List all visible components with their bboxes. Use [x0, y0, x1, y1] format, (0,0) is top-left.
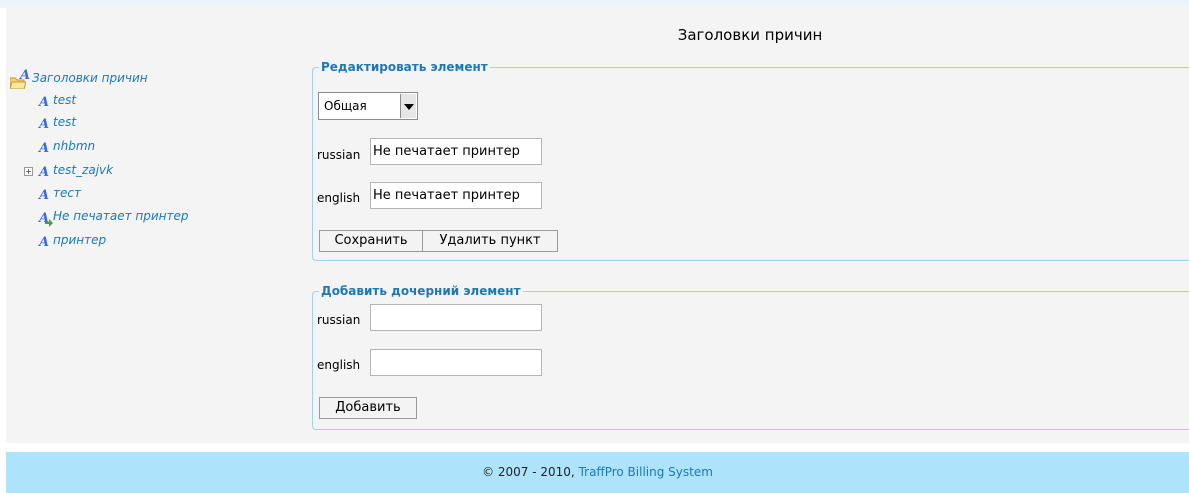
- add-legend: Добавить дочерний элемент: [319, 284, 523, 298]
- tree-item-label: Не печатает принтер: [53, 209, 189, 223]
- edit-legend: Редактировать элемент: [319, 60, 490, 74]
- add-child-fieldset: Добавить дочерний элемент russian englis…: [312, 284, 1189, 430]
- footer: © 2007 - 2010, TraffPro Billing System: [6, 452, 1189, 493]
- english-label: english: [317, 358, 361, 372]
- text-item-icon: A: [39, 117, 50, 132]
- delete-item-button[interactable]: Удалить пункт: [422, 230, 558, 252]
- category-select-value: Общая: [324, 99, 367, 113]
- add-button[interactable]: Добавить: [319, 397, 417, 419]
- tree-item-label: тест: [53, 186, 81, 200]
- tree-item[interactable]: Aпринтер: [39, 232, 107, 250]
- tree-item-label: принтер: [53, 233, 107, 247]
- dropdown-arrow-icon[interactable]: [400, 94, 416, 118]
- text-item-icon: A: [39, 165, 50, 180]
- text-item-icon: A: [20, 68, 31, 83]
- tree-item-label: test_zajvk: [53, 163, 114, 177]
- copyright-text: © 2007 - 2010,: [482, 465, 575, 479]
- tree-item[interactable]: Atest: [39, 92, 77, 110]
- add-russian-input[interactable]: [370, 304, 542, 331]
- tree-root-label: Заголовки причин: [32, 71, 148, 85]
- tree-item[interactable]: Atest_zajvk: [39, 162, 114, 180]
- tree-item[interactable]: Aтест: [39, 185, 81, 203]
- text-item-icon: A: [39, 188, 50, 203]
- edit-element-fieldset: Редактировать элемент Общая russian Не п…: [312, 60, 1189, 261]
- save-button[interactable]: Сохранить: [319, 230, 423, 252]
- russian-label: russian: [317, 313, 361, 327]
- text-item-selected-icon: A: [39, 212, 53, 227]
- tree-item-label: test: [53, 93, 77, 107]
- tree-item-label: test: [53, 115, 77, 129]
- edit-english-input[interactable]: Не печатает принтер: [370, 182, 542, 209]
- tree-item[interactable]: Anhbmn: [39, 138, 96, 156]
- traffpro-link[interactable]: TraffPro Billing System: [579, 465, 713, 479]
- english-label: english: [317, 191, 361, 205]
- page-title: Заголовки причин: [677, 26, 823, 44]
- text-item-icon: A: [39, 95, 50, 110]
- top-strip: [0, 0, 1189, 8]
- tree-item-selected[interactable]: A Не печатает принтер: [39, 208, 189, 227]
- russian-label: russian: [317, 148, 361, 162]
- expand-toggle-icon[interactable]: +: [24, 167, 33, 176]
- text-item-icon: A: [39, 235, 50, 250]
- category-select[interactable]: Общая: [318, 92, 418, 120]
- tree-item[interactable]: Atest: [39, 114, 77, 132]
- edit-russian-input[interactable]: Не печатает принтер: [370, 138, 542, 165]
- add-english-input[interactable]: [370, 349, 542, 376]
- text-item-icon: A: [39, 141, 50, 156]
- tree-item-label: nhbmn: [53, 139, 96, 153]
